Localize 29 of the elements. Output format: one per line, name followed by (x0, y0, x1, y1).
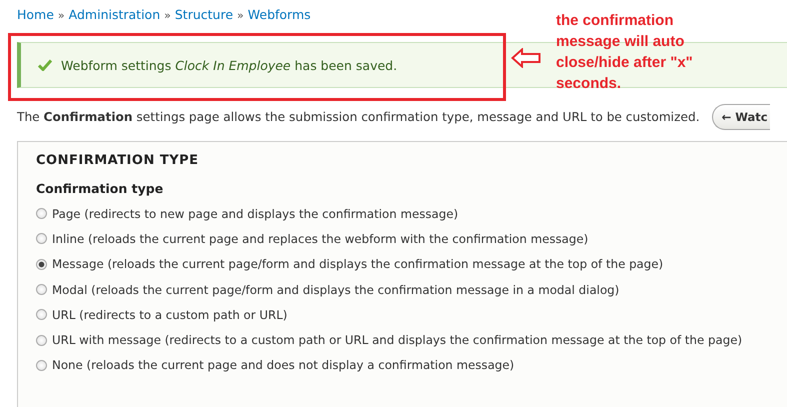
watch-button[interactable]: ← Watc (712, 104, 770, 130)
radio-label[interactable]: Message (reloads the current page/form and displays the confirmation message at the top of the page) (52, 257, 664, 272)
arrow-icon (511, 48, 541, 68)
radio-button[interactable] (36, 360, 47, 371)
breadcrumb-separator: » (58, 8, 65, 24)
breadcrumb-link[interactable]: Webforms (248, 7, 311, 26)
radio-button[interactable] (36, 334, 47, 346)
radio-button[interactable] (36, 233, 47, 244)
breadcrumb-separator: » (237, 8, 244, 24)
intro-text: The Confirmation settings page allows the submission confirmation type, message and URL to be customized. (17, 110, 700, 124)
checkmark-icon (38, 59, 52, 71)
message-text: Webform settings Clock In Employee has been saved. (61, 58, 398, 72)
radio-button[interactable] (36, 284, 47, 296)
fieldset-legend: CONFIRMATION TYPE (36, 153, 787, 181)
breadcrumb-link[interactable]: Administration (68, 7, 160, 26)
radio-label[interactable]: URL with message (redirects to a custom path or URL and displays the confirmation message at the top of the page) (52, 333, 742, 348)
field-label: Confirmation type (36, 181, 164, 198)
radio-label[interactable]: Inline (reloads the current page and replaces the webform with the confirmation message) (52, 232, 588, 246)
radio-label[interactable]: Page (redirects to new page and displays the confirmation message) (52, 206, 458, 221)
breadcrumb-link[interactable]: Home (17, 7, 54, 26)
breadcrumb-link[interactable]: Structure (174, 7, 234, 26)
radio-label[interactable]: Modal (reloads the current page/form and displays the confirmation message in a modal dialog) (52, 282, 620, 297)
radio-label[interactable]: None (reloads the current page and does not display a confirmation message) (52, 358, 514, 372)
radio-label[interactable]: URL (redirects to a custom path or URL) (52, 308, 288, 322)
annotation-text: the confirmation message will auto close/hide after "x" seconds. (556, 11, 694, 94)
radio-button[interactable] (36, 258, 47, 270)
radio-button[interactable] (36, 208, 47, 220)
radio-button[interactable] (36, 309, 47, 320)
breadcrumb-separator: » (164, 8, 171, 24)
